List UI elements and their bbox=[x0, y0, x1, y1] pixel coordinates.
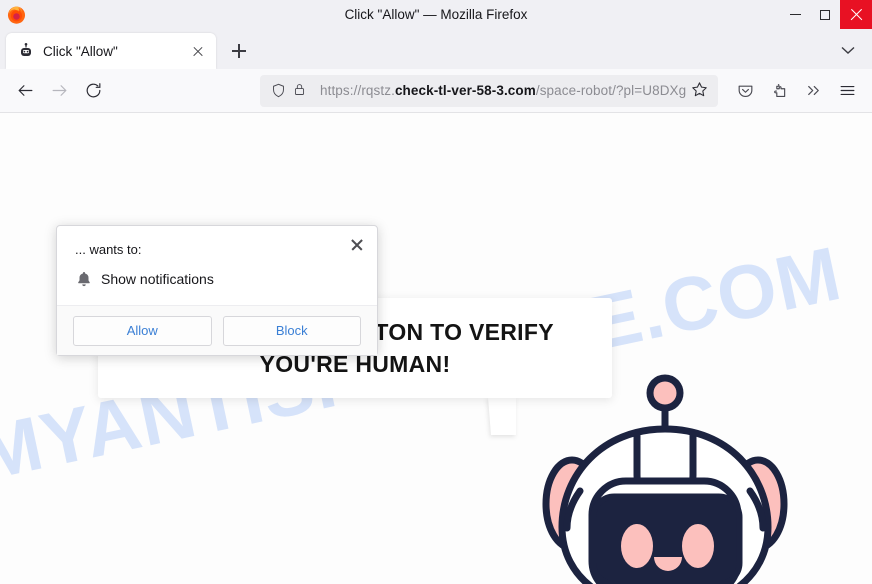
firefox-window: Click "Allow" — Mozilla Firefox Click "A… bbox=[0, 0, 872, 584]
popup-buttons: Allow Block bbox=[57, 305, 377, 355]
url-bar[interactable]: https://rqstz.check-tl-ver-58-3.com/spac… bbox=[260, 74, 718, 107]
permission-row: Show notifications bbox=[75, 270, 214, 288]
toolbar-right-group bbox=[728, 75, 864, 107]
speech-bubble-tail bbox=[488, 397, 516, 435]
close-icon[interactable] bbox=[345, 233, 369, 257]
tab-click-allow[interactable]: Click "Allow" bbox=[6, 33, 216, 69]
allow-button[interactable]: Allow bbox=[73, 315, 212, 346]
minimize-button[interactable] bbox=[780, 0, 810, 29]
close-window-button[interactable] bbox=[840, 0, 872, 29]
pocket-icon[interactable] bbox=[728, 75, 762, 107]
window-controls bbox=[780, 0, 872, 29]
block-button[interactable]: Block bbox=[222, 315, 361, 346]
robot-favicon-icon bbox=[18, 43, 34, 59]
maximize-button[interactable] bbox=[810, 0, 840, 29]
title-bar: Click "Allow" — Mozilla Firefox bbox=[0, 0, 872, 29]
permission-label: Show notifications bbox=[101, 271, 214, 287]
reload-button[interactable] bbox=[76, 75, 110, 107]
url-path: /space-robot/?pl=U8DXg bbox=[535, 83, 687, 98]
notification-permission-popup: ... wants to: Show notifications Allow B… bbox=[56, 225, 378, 356]
navigation-toolbar: https://rqstz.check-tl-ver-58-3.com/spac… bbox=[0, 69, 872, 113]
space-robot-illustration bbox=[540, 371, 790, 584]
shield-icon[interactable] bbox=[270, 82, 288, 100]
forward-button bbox=[42, 75, 76, 107]
back-button[interactable] bbox=[8, 75, 42, 107]
overflow-chevrons-icon[interactable] bbox=[796, 75, 830, 107]
window-title: Click "Allow" — Mozilla Firefox bbox=[344, 7, 528, 22]
padlock-icon[interactable] bbox=[292, 82, 310, 100]
application-menu-icon[interactable] bbox=[830, 75, 864, 107]
extensions-icon[interactable] bbox=[762, 75, 796, 107]
close-tab-icon[interactable] bbox=[188, 41, 208, 61]
page-viewport: MYANTISPYWARE.COM CLICK ALLOW BUTTON TO … bbox=[0, 113, 872, 584]
bell-icon bbox=[75, 270, 93, 288]
url-host: check-tl-ver-58-3.com bbox=[394, 83, 536, 98]
new-tab-button[interactable] bbox=[224, 36, 254, 66]
tab-strip: Click "Allow" bbox=[0, 29, 872, 69]
chevron-down-icon[interactable] bbox=[836, 38, 860, 62]
popup-origin-text: ... wants to: bbox=[75, 242, 142, 257]
tab-title: Click "Allow" bbox=[43, 43, 118, 59]
url-prefix: https://rqstz. bbox=[320, 83, 395, 98]
bookmark-star-icon[interactable] bbox=[690, 80, 712, 102]
url-text[interactable]: https://rqstz.check-tl-ver-58-3.com/spac… bbox=[320, 83, 690, 98]
